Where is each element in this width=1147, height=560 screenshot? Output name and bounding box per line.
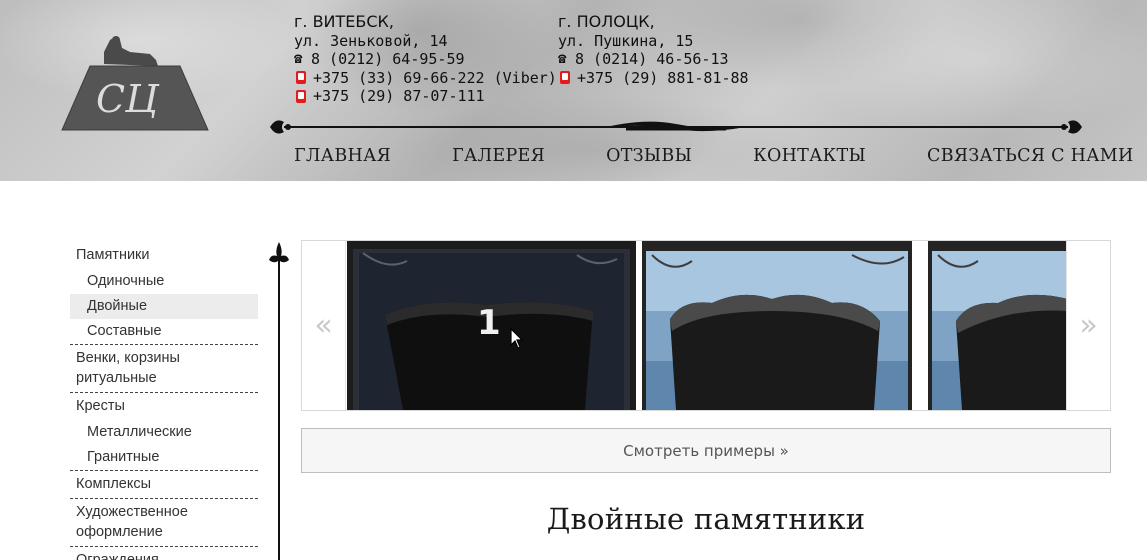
view-examples-button[interactable]: Смотреть примеры »	[301, 428, 1111, 473]
address-polotsk: ул. Пушкина, 15	[558, 31, 694, 50]
carousel-slide[interactable]: 1	[347, 241, 636, 410]
mobile-polotsk-1[interactable]: +375 (29) 881-81-88	[577, 69, 749, 88]
mobile-icon	[560, 71, 570, 85]
mobile-icon	[296, 89, 306, 103]
ornamental-divider	[270, 120, 1082, 134]
sidebar-item-single[interactable]: Одиночные	[70, 269, 258, 294]
nav-gallery[interactable]: ГАЛЕРЕЯ	[452, 146, 545, 166]
carousel-prev-button[interactable]: «	[302, 241, 346, 410]
slide-number: 1	[477, 303, 501, 343]
carousel-next-button[interactable]: »	[1066, 241, 1110, 410]
contacts-vitebsk: г. ВИТЕБСК, ул. Зеньковой, 14 ☎ 8 (0212) …	[294, 12, 557, 106]
sidebar-item-double[interactable]: Двойные	[70, 294, 258, 319]
monument-image	[928, 241, 1068, 410]
mobile-vitebsk-1[interactable]: +375 (33) 69-66-222 (Viber)	[313, 69, 557, 88]
address-vitebsk: ул. Зеньковой, 14	[294, 31, 448, 50]
contacts-polotsk: г. ПОЛОЦК, ул. Пушкина, 15 ☎ 8 (0214) 46-…	[558, 12, 749, 88]
sidebar-item-crosses[interactable]: Кресты	[70, 393, 258, 420]
sidebar-item-composite[interactable]: Составные	[70, 319, 258, 345]
main-nav: ГЛАВНАЯ ГАЛЕРЕЯ ОТЗЫВЫ КОНТАКТЫ СВЯЗАТЬС…	[294, 146, 1134, 166]
nav-home[interactable]: ГЛАВНАЯ	[294, 146, 391, 166]
sidebar-item-complexes[interactable]: Комплексы	[70, 471, 258, 499]
carousel-slide[interactable]	[928, 241, 1068, 410]
logo[interactable]: СЦ	[60, 30, 210, 134]
mobile-icon	[296, 71, 306, 85]
sidebar-item-monuments[interactable]: Памятники	[70, 242, 258, 269]
logo-monogram: СЦ	[96, 77, 160, 121]
monument-carousel: « 1 »	[301, 240, 1111, 411]
phone-polotsk[interactable]: 8 (0214) 46-56-13	[575, 50, 729, 69]
mobile-vitebsk-2[interactable]: +375 (29) 87-07-111	[313, 87, 485, 106]
phone-icon: ☎	[558, 51, 567, 67]
nav-reviews[interactable]: ОТЗЫВЫ	[606, 146, 692, 166]
sidebar-item-fences[interactable]: Ограждения	[70, 547, 258, 560]
sidebar-item-art-design[interactable]: Художественное оформление	[70, 499, 258, 547]
sidebar-item-metal[interactable]: Металлические	[70, 420, 258, 445]
page-title: Двойные памятники	[546, 502, 866, 536]
mouse-cursor-icon	[510, 328, 524, 349]
sidebar-item-wreaths[interactable]: Венки, корзины ритуальные	[70, 345, 258, 393]
sidebar-item-granite[interactable]: Гранитные	[70, 445, 258, 471]
phone-vitebsk[interactable]: 8 (0212) 64-95-59	[311, 50, 465, 69]
sidebar-menu: Памятники Одиночные Двойные Составные Ве…	[70, 242, 258, 560]
vertical-ornament	[269, 242, 289, 560]
carousel-slide[interactable]	[642, 241, 912, 410]
nav-contacts[interactable]: КОНТАКТЫ	[753, 146, 866, 166]
monument-image	[642, 241, 912, 410]
city-polotsk: г. ПОЛОЦК,	[558, 12, 655, 31]
site-header: СЦ г. ВИТЕБСК, ул. Зеньковой, 14 ☎ 8 (021…	[0, 0, 1147, 181]
nav-contact-us[interactable]: СВЯЗАТЬСЯ С НАМИ	[927, 146, 1134, 166]
phone-icon: ☎	[294, 51, 303, 67]
city-vitebsk: г. ВИТЕБСК,	[294, 12, 394, 31]
